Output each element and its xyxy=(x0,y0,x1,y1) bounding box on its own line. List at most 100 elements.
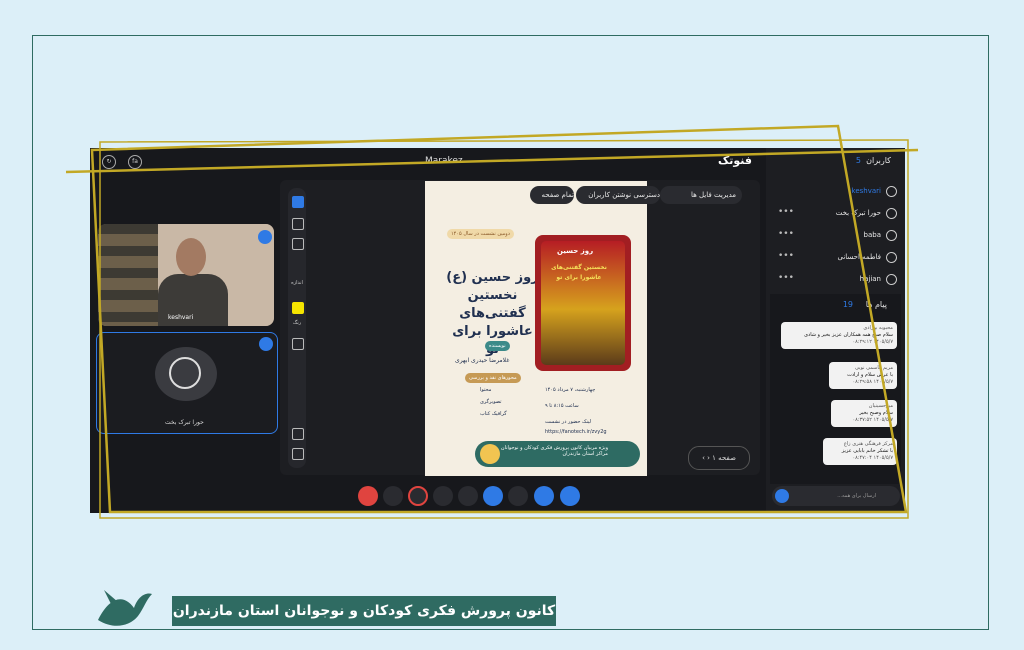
axes-label: محورهای نقد و بررسی xyxy=(465,373,521,383)
bookshelf-background xyxy=(98,224,158,326)
leave-call-button[interactable] xyxy=(358,486,378,506)
chat-input[interactable]: ارسال برای همه... xyxy=(772,486,900,506)
share-screen-button[interactable] xyxy=(508,486,528,506)
user-name: baba xyxy=(863,231,881,239)
undo-icon[interactable] xyxy=(292,428,304,440)
axis-item: گرافیک کتاب xyxy=(480,411,507,417)
titlebar: ↻ fa Marakez فنوتک xyxy=(90,148,760,174)
users-count: 5 xyxy=(855,156,861,165)
user-row[interactable]: keshvari xyxy=(766,182,905,202)
user-icon xyxy=(169,357,201,389)
message-time: ۱۴۰۵/۵/۷ ۰۸:۲۹:۱۲ xyxy=(852,339,893,345)
event-link[interactable]: https://fanotech.ir/zvy2g xyxy=(545,429,607,435)
mic-active-icon xyxy=(259,337,273,351)
annotate-button[interactable] xyxy=(483,486,503,506)
video-tile-user[interactable]: حورا تبرک بخت xyxy=(96,332,278,434)
chat-message: مریم قاسمی نوبی با عرض سلام و ارادت ۱۴۰۵/۵… xyxy=(829,362,897,389)
settings-button[interactable] xyxy=(433,486,453,506)
camera-button[interactable] xyxy=(534,486,554,506)
sidebar: کاربران 5 keshvari ••• حورا تبرک بخت ••• b… xyxy=(766,148,905,513)
more-dots-icon[interactable]: ••• xyxy=(778,207,794,217)
axis-item: محتوا xyxy=(480,387,492,393)
microphone-button[interactable] xyxy=(560,486,580,506)
shape-tool-icon[interactable] xyxy=(292,238,304,250)
speaker-icon[interactable] xyxy=(124,486,144,506)
message-text: سلام صبح همه همکاران عزیز بخیر و شادی xyxy=(804,332,893,338)
group-icon xyxy=(480,444,500,464)
message-text: با تشکر خانم بابایی عزیز xyxy=(841,448,893,454)
person-head xyxy=(176,238,206,276)
raise-hand-button[interactable] xyxy=(458,486,478,506)
book-art xyxy=(541,241,625,365)
user-icon xyxy=(886,186,897,197)
message-time: ۱۴۰۵/۵/۷ ۰۸:۴۷:۰۴ xyxy=(852,455,893,461)
file-manager-button[interactable]: مدیریت فایل ها xyxy=(660,186,742,204)
pencil-tool-icon[interactable] xyxy=(292,218,304,230)
more-dots-icon[interactable]: ••• xyxy=(778,229,794,239)
fullscreen-button[interactable]: تمام صفحه xyxy=(530,186,574,204)
color-label: رنگ xyxy=(292,320,302,326)
more-button[interactable] xyxy=(383,486,403,506)
user-icon xyxy=(886,252,897,263)
book-cover: روز حسین نخستین گفتنی‌های عاشورا برای تو xyxy=(535,235,631,371)
message-sender: مرکز فرهنگی هنری زاغ xyxy=(843,441,893,447)
user-row[interactable]: ••• hajian xyxy=(766,270,905,290)
poster-slide: دومین نشست در سال ۱۴۰۵ روز حسین (ع) نخست… xyxy=(425,181,647,476)
message-text: با عرض سلام و ارادت xyxy=(847,372,893,378)
kanoon-logo xyxy=(98,590,152,626)
record-button[interactable] xyxy=(408,486,428,506)
user-row[interactable]: ••• حورا تبرک بخت xyxy=(766,204,905,224)
more-dots-icon[interactable]: ••• xyxy=(778,273,794,283)
page-selector[interactable]: صفحه ۱ ‹ › xyxy=(688,446,750,470)
more-dots-icon[interactable]: ••• xyxy=(778,251,794,261)
book-title: روز حسین xyxy=(557,247,594,255)
user-row[interactable]: ••• فاطمه احسانی xyxy=(766,248,905,268)
user-icon xyxy=(886,274,897,285)
message-time: ۱۴۰۵/۵/۷ ۰۸:۲۹:۵۸ xyxy=(852,379,893,385)
write-access-label: دسترسی نوشتن کاربران xyxy=(588,191,660,199)
user-name: keshvari xyxy=(851,187,881,195)
write-access-button[interactable]: دسترسی نوشتن کاربران xyxy=(576,186,660,204)
language-button[interactable]: fa xyxy=(128,155,142,169)
chat-message: مرکز فرهنگی هنری زاغ با تشکر خانم بابایی … xyxy=(823,438,897,465)
chat-placeholder: ارسال برای همه... xyxy=(837,493,876,499)
user-name: حورا تبرک بخت xyxy=(835,209,881,217)
drawing-toolbox: اندازه رنگ xyxy=(288,188,306,468)
color-swatch[interactable] xyxy=(292,302,304,314)
fullscreen-label: تمام صفحه xyxy=(541,191,574,199)
chat-message: محبوبه بهزادی سلام صبح همه همکاران عزیز ب… xyxy=(781,322,897,349)
stats-icon[interactable] xyxy=(148,486,168,506)
link-label: لینک حضور در نشست xyxy=(545,419,592,425)
user-icon xyxy=(886,208,897,219)
users-title: کاربران xyxy=(866,156,891,165)
poster-banner: ویژه مربیان کانون پرورش فکری کودکان و نو… xyxy=(475,441,640,467)
message-text: سلام وصبح بخیر xyxy=(859,410,893,416)
chat-title: پیام ها xyxy=(865,300,887,309)
user-name: فاطمه احسانی xyxy=(837,253,881,261)
video-name: keshvari xyxy=(168,314,194,321)
axis-item: تصویرگری xyxy=(480,399,502,405)
send-icon[interactable] xyxy=(775,489,789,503)
eraser-icon[interactable] xyxy=(292,448,304,460)
footer-banner: کانون پرورش فکری کودکان و نوجوانان استان… xyxy=(172,596,556,626)
pointer-tool-icon[interactable] xyxy=(292,196,304,208)
swap-icon[interactable] xyxy=(292,338,304,350)
video-name: حورا تبرک بخت xyxy=(165,419,204,426)
event-time: ساعت ۸:۱۵ تا ۹ xyxy=(545,403,579,409)
event-date: چهارشنبه، ۷ مرداد ۱۴۰۵ xyxy=(545,387,596,393)
user-row[interactable]: ••• baba xyxy=(766,226,905,246)
book-subtitle: نخستین گفتنی‌های عاشورا برای تو xyxy=(551,264,607,281)
refresh-icon[interactable]: ↻ xyxy=(102,155,116,169)
chat-count: 19 xyxy=(842,300,853,309)
writer-label: نویسنده xyxy=(485,341,510,351)
meeting-app: ↻ fa Marakez فنوتک keshvari حورا تبرک بخ… xyxy=(90,148,905,513)
user-name: hajian xyxy=(859,275,881,283)
fullscreen-icon[interactable] xyxy=(100,486,120,506)
poster-subtitle: دومین نشست در سال ۱۴۰۵ xyxy=(447,229,514,239)
user-icon xyxy=(886,230,897,241)
mic-active-icon xyxy=(258,230,272,244)
message-sender: مریم قاسمی نوبی xyxy=(854,365,893,371)
message-sender: محبوبه بهزادی xyxy=(863,325,893,331)
chat-message: میرحسینیان سلام وصبح بخیر ۱۴۰۵/۵/۷ ۰۸:۳۷:۵… xyxy=(831,400,897,427)
video-tile-keshvari[interactable]: keshvari xyxy=(98,224,274,326)
